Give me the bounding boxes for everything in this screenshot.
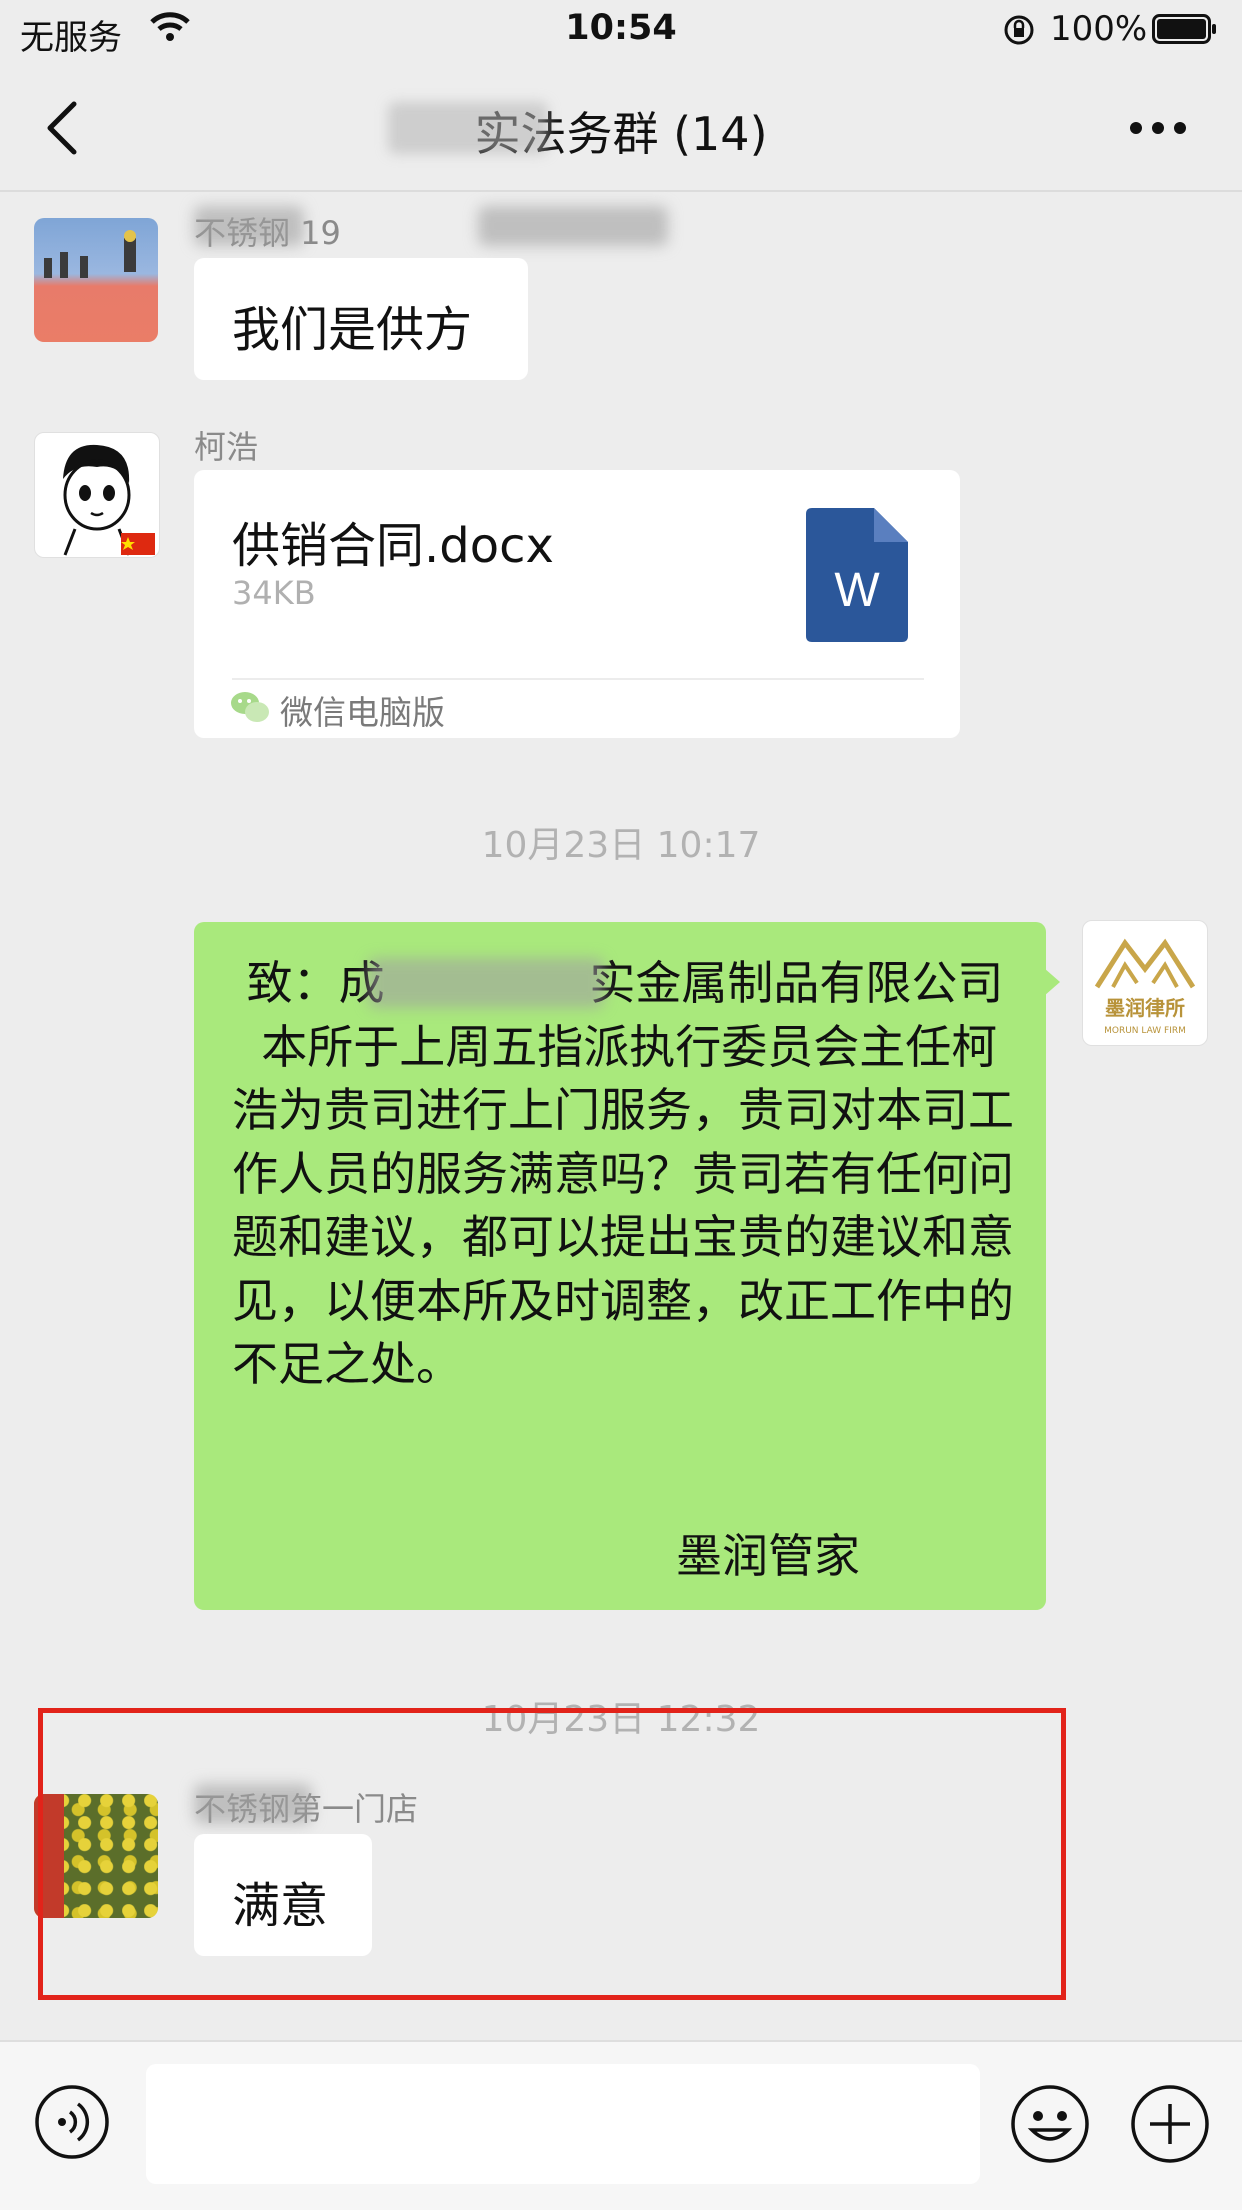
self-avatar[interactable]: 墨润律所 MORUN LAW FIRM [1082,920,1208,1046]
message-text: 致：成 实金属制品有限公司 本所于上周五指派执行委员会主任柯浩为贵司进行上门服务… [232,956,1014,1391]
file-card-divider [232,678,924,680]
battery-icon [1152,14,1216,44]
sender-name: 柯浩 [194,428,259,466]
message-input[interactable] [146,2064,980,2184]
add-more-button[interactable] [1130,2084,1210,2164]
company-name-redaction [368,958,604,1008]
timestamp: 10月23日 10:17 [481,825,761,866]
status-bar: 无服务 10:54 100% [0,0,1242,62]
word-document-icon: W [806,508,908,642]
chat-title: 实法务群 (14) [474,107,768,161]
title-redaction [388,102,548,154]
nav-bar: 实法务群 (14) [0,62,1242,192]
phone-redaction [478,206,668,246]
voice-input-button[interactable] [34,2084,110,2160]
wechat-icon [231,692,269,722]
file-name: 供销合同.docx [232,518,554,574]
sender-avatar[interactable] [34,432,160,558]
message-signature: 墨润管家 [676,1529,860,1583]
svg-text:W: W [834,564,880,617]
more-button[interactable] [1128,118,1188,138]
message-text: 我们是供方 [232,302,473,358]
file-size: 34KB [232,574,316,612]
rotation-lock-icon [1004,15,1034,45]
battery-percent: 100% [1050,9,1148,49]
sender-avatar[interactable] [34,218,158,342]
name-redaction [194,206,304,246]
bubble-tail [1044,968,1060,996]
file-source-label: 微信电脑版 [280,693,445,732]
emoji-button[interactable] [1010,2084,1090,2164]
highlight-annotation [38,1708,1066,2000]
avatar-brand-text: 墨润律所 [1105,996,1185,1020]
avatar-brand-sub: MORUN LAW FIRM [1104,1026,1186,1036]
